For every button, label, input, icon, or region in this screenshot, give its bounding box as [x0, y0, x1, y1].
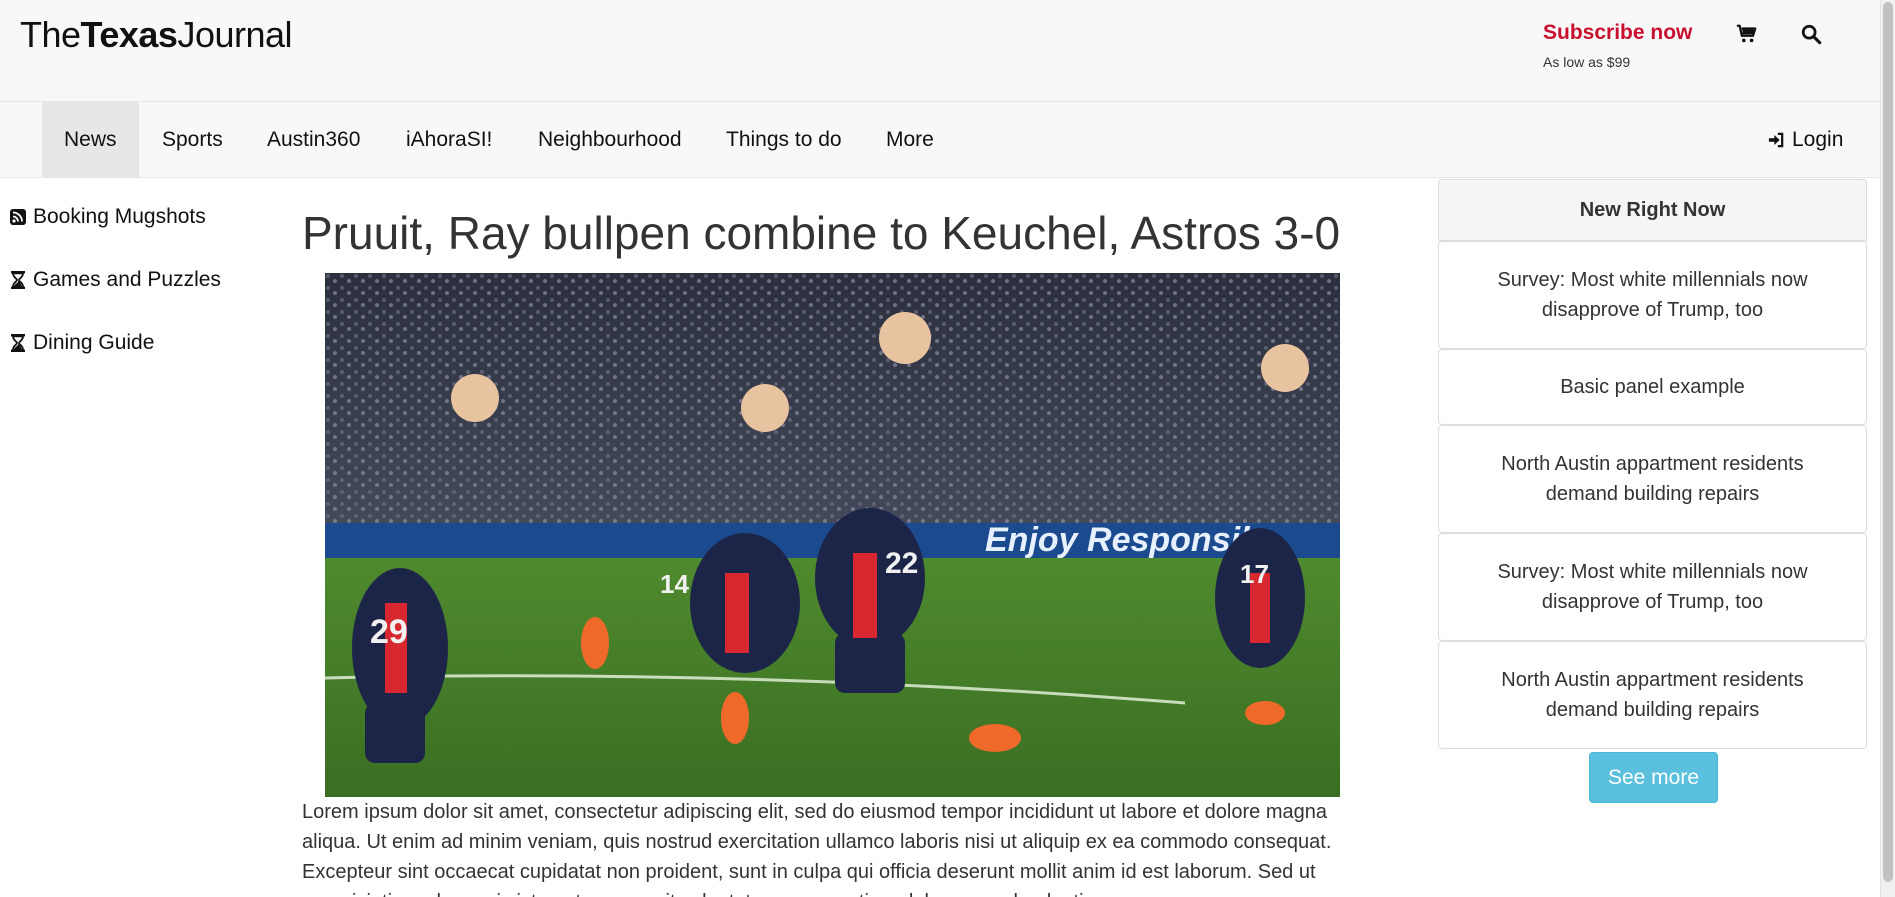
sidebar-item-label: Games and Puzzles [33, 268, 221, 291]
panel-item[interactable]: Basic panel example [1438, 349, 1867, 425]
subscribe-price: As low as $99 [1543, 54, 1631, 70]
panel-item[interactable]: North Austin appartment residents demand… [1438, 425, 1867, 533]
nav-item-more[interactable]: More [864, 102, 956, 178]
page-scrollbar[interactable] [1880, 0, 1895, 897]
login-icon [1768, 132, 1784, 148]
search-icon[interactable] [1797, 20, 1825, 48]
site-logo[interactable]: TheTexasJournal [20, 14, 293, 56]
hourglass-icon [11, 271, 25, 289]
stadium-banner-text: Enjoy Responsib [985, 521, 1261, 559]
nav-item-austin360[interactable]: Austin360 [245, 102, 382, 178]
sidebar-item-booking-mugshots[interactable]: Booking Mugshots [9, 205, 206, 229]
main-nav: News Sports Austin360 iAhoraSI! Neighbou… [0, 102, 1895, 178]
nav-item-things-to-do[interactable]: Things to do [704, 102, 864, 178]
nav-item-neighbourhood[interactable]: Neighbourhood [516, 102, 704, 178]
panel-item[interactable]: Survey: Most white millennials now disap… [1438, 241, 1867, 349]
sidebar-item-games-and-puzzles[interactable]: Games and Puzzles [9, 268, 221, 292]
panel-heading: New Right Now [1438, 179, 1867, 241]
sidebar-item-label: Dining Guide [33, 331, 155, 354]
article-headline: Pruuit, Ray bullpen combine to Keuchel, … [302, 207, 1341, 259]
subscribe-promo[interactable]: Subscribe now As low as $99 [1543, 21, 1692, 70]
rss-icon [10, 209, 26, 225]
jersey-number: 17 [1240, 559, 1269, 589]
hourglass-icon [11, 334, 25, 352]
jersey-number: 22 [885, 547, 918, 580]
sidebar-item-dining-guide[interactable]: Dining Guide [9, 331, 154, 355]
site-header: TheTexasJournal Subscribe now As low as … [0, 0, 1895, 102]
subscribe-link[interactable]: Subscribe now [1543, 21, 1692, 45]
article-body: Lorem ipsum dolor sit amet, consectetur … [302, 801, 1332, 897]
panel-item[interactable]: Survey: Most white millennials now disap… [1438, 533, 1867, 641]
panel-item[interactable]: North Austin appartment residents demand… [1438, 641, 1867, 749]
scrollbar-thumb[interactable] [1883, 2, 1893, 882]
sidebar-item-label: Booking Mugshots [33, 205, 206, 228]
login-label: Login [1792, 128, 1844, 151]
nav-item-ahorasi[interactable]: iAhoraSI! [384, 102, 514, 178]
jersey-number: 29 [370, 613, 408, 651]
nav-item-sports[interactable]: Sports [140, 102, 245, 178]
article-photo: Enjoy Responsib 29 14 22 17 [325, 273, 1340, 797]
new-right-now-panel: New Right Now Survey: Most white millenn… [1438, 179, 1867, 749]
see-more-button[interactable]: See more [1589, 752, 1718, 803]
nav-item-news[interactable]: News [42, 102, 139, 178]
cart-icon[interactable] [1733, 20, 1761, 48]
login-link[interactable]: Login [1768, 102, 1843, 178]
jersey-number: 14 [660, 569, 689, 599]
